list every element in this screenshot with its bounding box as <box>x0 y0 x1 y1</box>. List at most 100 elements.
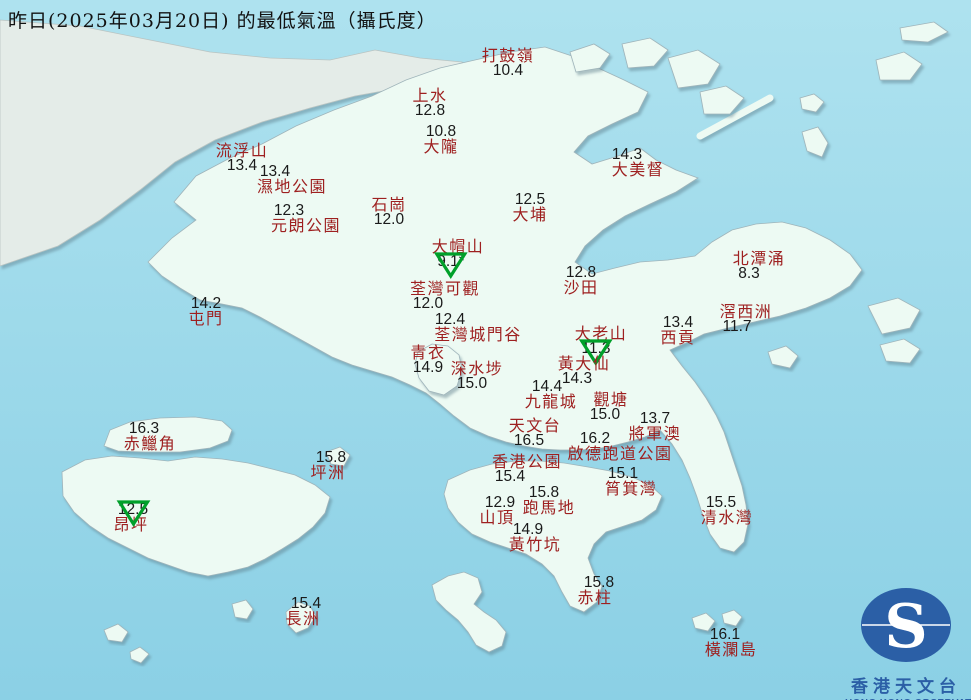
station-label: 13.4 西貢 <box>660 314 696 347</box>
station-name: 大老山 <box>574 324 628 343</box>
map-title: 昨日(2025年03月20日) 的最低氣溫（攝氏度） <box>8 10 437 32</box>
station-name: 昂坪 <box>113 515 149 534</box>
station-value: 14.3 <box>611 146 643 163</box>
station-label: 15.1 筲箕灣 <box>604 466 658 498</box>
station-value: 13.4 <box>259 163 291 180</box>
station-value: 15.0 <box>589 406 621 423</box>
station-name: 觀塘 <box>593 390 629 409</box>
station-label: 北潭涌 8.3 <box>732 249 786 282</box>
station-name: 大隴 <box>423 137 459 156</box>
station-value: 15.5 <box>705 494 737 511</box>
station-name: 荃灣可觀 <box>409 279 481 298</box>
station-value: 12.5 <box>514 191 546 208</box>
station-value: 10.8 <box>425 123 457 140</box>
station-label: 12.8 沙田 <box>563 264 599 297</box>
station-value: 12.4 <box>434 311 466 328</box>
station-label: 15.8 赤柱 <box>577 575 614 607</box>
station-label: 打鼓嶺 10.4 <box>481 46 535 79</box>
station-name: 石崗 <box>371 195 407 214</box>
station-value: 12.0 <box>373 211 405 228</box>
station-name: 打鼓嶺 <box>481 46 535 65</box>
station-label: 14.3 大美督 <box>611 147 665 179</box>
station-value: 14.9 <box>512 521 544 538</box>
station-value: 12.8 <box>565 264 597 281</box>
station-value: 15.4 <box>290 595 322 612</box>
station-label: 10.8 大隴 <box>423 123 459 156</box>
station-value: 16.2 <box>579 430 611 447</box>
station-name: 筲箕灣 <box>604 479 658 498</box>
station-value: 13.4 <box>662 314 694 331</box>
station-label: 觀塘 15.0 <box>590 390 629 423</box>
station-value: 14.4 <box>531 378 563 395</box>
station-label: 14.2 屯門 <box>188 296 224 328</box>
hong-kong-map <box>0 0 971 700</box>
station-label: 香港公園 15.4 <box>491 452 563 485</box>
station-name: 赤柱 <box>577 588 613 607</box>
station-label: 12.5 大埔 <box>512 191 548 224</box>
station-label: 深水埗 15.0 <box>451 361 504 392</box>
station-label: 上水 12.8 <box>412 86 448 119</box>
station-label: 荃灣可觀 12.0 <box>409 279 481 312</box>
station-name: 流浮山 <box>215 141 269 160</box>
station-value: 12.0 <box>412 295 444 312</box>
station-value: 15.8 <box>528 484 560 501</box>
station-label: 15.5 清水灣 <box>700 495 754 527</box>
station-label: 青衣 14.9 <box>410 343 446 376</box>
station-value: 16.3 <box>128 420 160 437</box>
station-name: 大埔 <box>512 205 548 224</box>
station-name: 清水灣 <box>700 508 754 527</box>
station-label: 大帽山 9.1* <box>432 239 485 279</box>
station-value: 15.0 <box>456 375 488 392</box>
station-name: 青衣 <box>410 343 446 362</box>
station-label: 16.3 赤鱲角 <box>124 421 177 452</box>
station-label: 16.1 橫瀾島 <box>704 627 758 659</box>
station-name: 黃竹坑 <box>508 535 562 554</box>
station-name: 橫瀾島 <box>704 640 758 659</box>
station-value: 16.1 <box>709 626 741 643</box>
station-name: 沙田 <box>563 278 599 297</box>
station-name: 北潭涌 <box>732 249 786 268</box>
station-label: 15.4 長洲 <box>285 595 322 628</box>
hko-logo-emblem: S <box>861 588 951 662</box>
station-label: 13.4 濕地公園 <box>256 164 328 196</box>
station-value: 15.1 <box>607 465 639 482</box>
station-name: 濕地公園 <box>256 177 328 196</box>
station-label: 14.9 黃竹坑 <box>508 522 562 554</box>
station-name: 九龍城 <box>524 392 578 411</box>
station-name: 長洲 <box>285 609 321 628</box>
station-value: 9.1* <box>437 253 465 270</box>
hko-logo-monogram: S <box>884 592 927 662</box>
station-value: 12.5 <box>117 501 149 518</box>
station-name: 大美督 <box>611 160 665 179</box>
station-value: 14.9 <box>412 359 444 376</box>
station-name: 黃大仙 <box>557 354 611 373</box>
station-name: 滘西洲 <box>719 302 773 321</box>
station-value: 11.7 <box>722 318 752 335</box>
station-name: 坪洲 <box>310 463 346 482</box>
station-name: 西貢 <box>660 328 696 347</box>
station-name: 屯門 <box>188 309 224 328</box>
station-value: 15.8 <box>583 574 615 591</box>
station-name: 荃灣城門谷 <box>434 325 522 344</box>
station-value: 12.8 <box>414 102 446 119</box>
station-value: 12.3 <box>273 202 305 219</box>
station-name: 香港公園 <box>491 452 563 471</box>
station-value: 10.4 <box>492 62 524 79</box>
station-label: 12.4 荃灣城門谷 <box>434 312 522 344</box>
station-label: 15.8 跑馬地 <box>522 485 576 517</box>
station-name: 啟德跑道公園 <box>567 444 673 463</box>
station-label: 12.5 昂坪 <box>113 500 150 534</box>
station-name: 上水 <box>412 86 448 105</box>
hko-logo: S 香港天文台 HONG KONG OBSERVATORY <box>845 585 971 700</box>
station-value: 15.8 <box>315 449 347 466</box>
station-value: 13.7 <box>639 410 671 427</box>
station-value: 15.4 <box>494 468 526 485</box>
station-label: 12.3 元朗公園 <box>270 203 342 235</box>
station-label: 14.4 九龍城 <box>524 379 578 411</box>
station-label: 16.2 啟德跑道公園 <box>567 431 673 463</box>
station-name: 元朗公園 <box>270 216 342 235</box>
station-label: 12.9 山頂 <box>479 495 515 526</box>
station-value: 8.3 <box>738 265 760 282</box>
station-name: 跑馬地 <box>522 498 576 517</box>
min-temperature-map: 打鼓嶺 10.4 上水 12.8 10.8 大隴 14.3 大美督 流浮山 13.4 13.4 濕地公… <box>0 0 971 700</box>
